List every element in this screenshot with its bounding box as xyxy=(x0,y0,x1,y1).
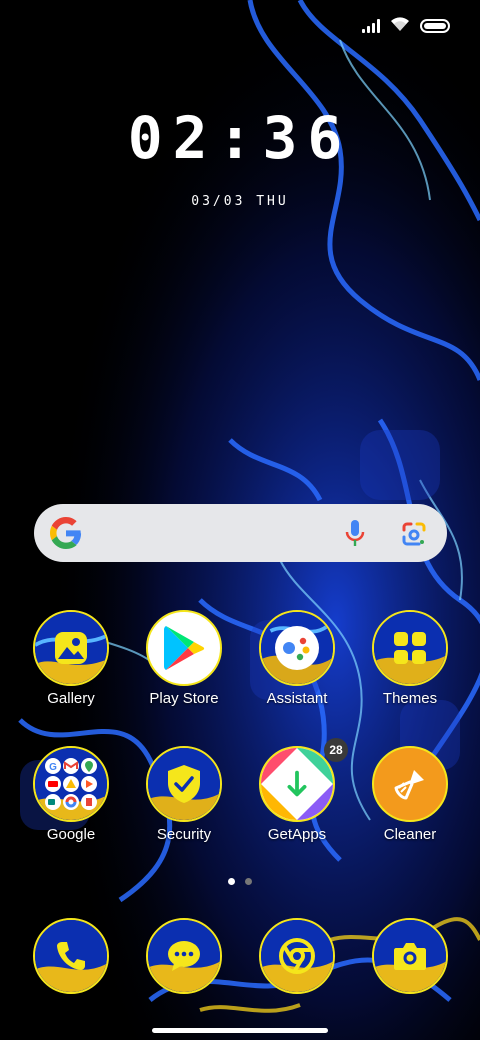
app-cleaner[interactable]: Cleaner xyxy=(355,746,465,843)
dock-camera[interactable] xyxy=(355,918,465,994)
app-gallery[interactable]: Gallery xyxy=(16,610,126,707)
app-security[interactable]: Security xyxy=(129,746,239,843)
gesture-navigation-bar[interactable] xyxy=(152,1028,328,1033)
app-getapps[interactable]: 28 GetApps xyxy=(242,738,352,843)
google-folder-icon: G xyxy=(33,746,109,822)
google-lens-icon[interactable] xyxy=(401,521,427,547)
wifi-icon xyxy=(390,16,410,37)
signal-icon xyxy=(362,19,380,33)
messages-icon xyxy=(146,918,222,994)
app-label: Gallery xyxy=(47,690,95,707)
dock-phone[interactable] xyxy=(16,918,126,994)
status-bar xyxy=(362,14,450,38)
mic-icon[interactable] xyxy=(343,519,367,547)
battery-icon xyxy=(420,19,450,33)
page-indicator xyxy=(0,878,480,885)
cleaner-icon xyxy=(372,746,448,822)
google-search-bar[interactable] xyxy=(34,504,447,562)
app-google-folder[interactable]: G Google xyxy=(16,746,126,843)
svg-text:G: G xyxy=(49,762,57,773)
app-label: Assistant xyxy=(266,690,328,707)
camera-icon xyxy=(372,918,448,994)
assistant-icon xyxy=(259,610,335,686)
chrome-icon xyxy=(259,918,335,994)
notification-badge: 28 xyxy=(324,738,348,762)
security-icon xyxy=(146,746,222,822)
themes-icon xyxy=(372,610,448,686)
app-label: Themes xyxy=(382,690,438,707)
getapps-icon xyxy=(259,746,335,822)
app-label: GetApps xyxy=(267,826,327,843)
page-dot xyxy=(245,878,252,885)
dock-messages[interactable] xyxy=(129,918,239,994)
gallery-icon xyxy=(33,610,109,686)
clock-time[interactable]: 02:36 xyxy=(0,108,480,168)
app-assistant[interactable]: Assistant xyxy=(242,610,352,707)
app-label: Google xyxy=(46,826,96,843)
app-play-store[interactable]: Play Store xyxy=(129,610,239,707)
play-store-icon xyxy=(146,610,222,686)
clock-date[interactable]: 03/03 THU xyxy=(0,194,480,209)
app-label: Security xyxy=(156,826,212,843)
google-logo-icon xyxy=(50,517,82,549)
app-label: Play Store xyxy=(149,690,219,707)
page-dot-active xyxy=(228,878,235,885)
dock-chrome[interactable] xyxy=(242,918,352,994)
app-label: Cleaner xyxy=(383,826,437,843)
app-themes[interactable]: Themes xyxy=(355,610,465,707)
phone-icon xyxy=(33,918,109,994)
